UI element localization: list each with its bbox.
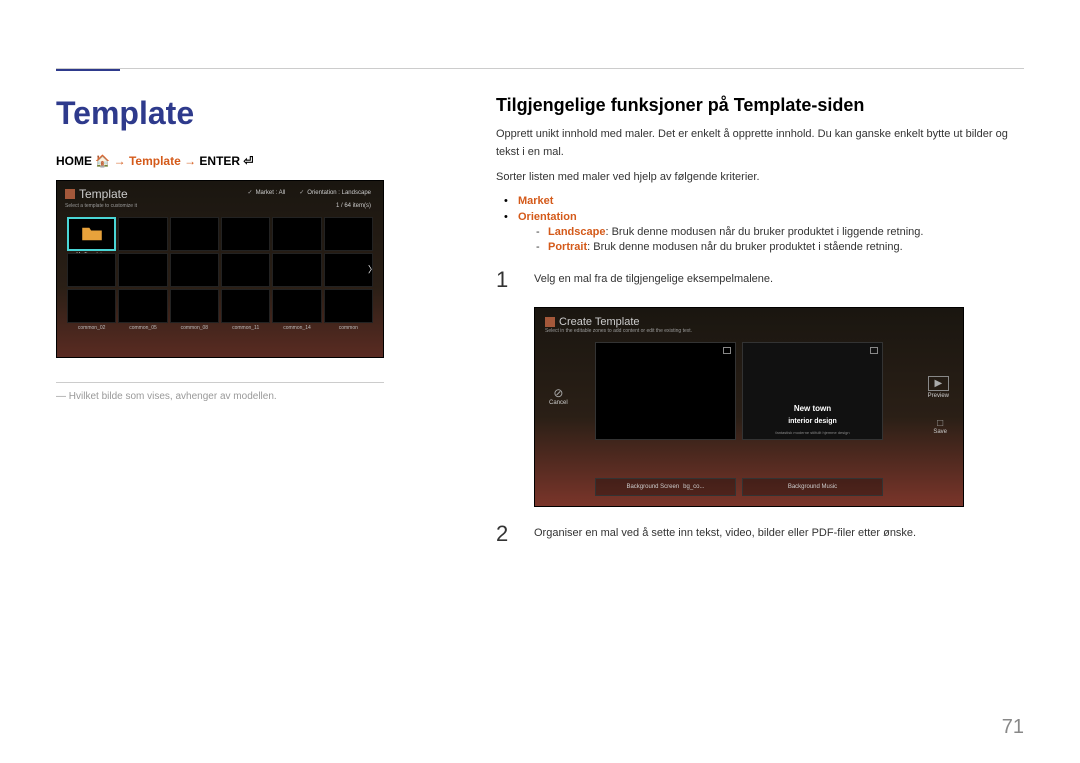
paragraph: Sorter listen med maler ved hjelp av føl… [496, 169, 1024, 187]
template-thumbnail[interactable]: common_01 [67, 253, 116, 287]
create-template-screenshot: Create Template Select in the editable z… [534, 307, 964, 507]
bullet-market: Market [518, 195, 553, 207]
template-thumbnail[interactable]: common_06 [170, 217, 219, 251]
breadcrumb-home: HOME [56, 154, 92, 168]
create-template-icon [545, 317, 555, 327]
next-page-icon[interactable]: 〉 [368, 263, 377, 276]
paragraph: Opprett unikt innhold med maler. Det er … [496, 126, 1024, 161]
step-number-2: 2 [496, 521, 520, 547]
step-number-1: 1 [496, 267, 520, 293]
template-list-screenshot: Template Select a template to customize … [56, 180, 384, 358]
editable-zone-right[interactable]: New town interior design fantastisk mode… [742, 342, 883, 440]
bullet-orientation: Orientation [518, 211, 577, 223]
thumbnail-label: common_11 [222, 325, 269, 331]
preview-button[interactable]: Preview [928, 376, 949, 399]
thumbnail-label: common_05 [119, 325, 166, 331]
template-thumbnail[interactable]: common_09 [221, 217, 270, 251]
template-thumbnail[interactable]: common_07 [170, 253, 219, 287]
template-thumbnail[interactable]: common_10 [221, 253, 270, 287]
zone-text-3: fantastisk moderne stilfullt hjemme desi… [743, 430, 882, 435]
zone-edit-icon [723, 347, 731, 354]
page-number: 71 [1002, 716, 1024, 739]
editable-zone-left[interactable] [595, 342, 736, 440]
template-thumbnail[interactable]: My Templates [67, 217, 116, 251]
zone-text-2: interior design [743, 418, 882, 425]
thumbnail-label: common_08 [171, 325, 218, 331]
template-screen-subtitle: Select a template to customize it [65, 203, 375, 209]
market-dropdown[interactable]: Market : All [248, 189, 286, 196]
save-button[interactable]: Save [933, 418, 947, 435]
template-thumbnail[interactable]: common [324, 289, 373, 323]
template-thumbnail[interactable]: common_08 [170, 289, 219, 323]
thumbnail-label: common_02 [68, 325, 115, 331]
template-thumbnail[interactable]: common_14 [272, 289, 321, 323]
template-thumbnail[interactable]: common_11 [221, 289, 270, 323]
background-screen-button[interactable]: Background Screenbg_co... [595, 478, 736, 496]
template-thumbnail[interactable]: common_05 [118, 289, 167, 323]
footnote: Hvilket bilde som vises, avhenger av mod… [56, 391, 436, 402]
thumbnail-label: common_14 [273, 325, 320, 331]
template-thumbnail[interactable]: common_04 [118, 253, 167, 287]
orientation-dropdown[interactable]: Orientation : Landscape [299, 189, 371, 196]
step-text-1: Velg en mal fra de tilgjengelige eksempe… [534, 267, 773, 293]
template-screen-title: Template [79, 187, 128, 201]
create-template-title: Create Template [559, 316, 640, 328]
template-thumbnail[interactable]: common [324, 217, 373, 251]
breadcrumb: HOME 🏠 → Template → ENTER ⏎ [56, 154, 436, 168]
sub-landscape: Landscape [548, 226, 605, 238]
zone-edit-icon [870, 347, 878, 354]
background-music-button[interactable]: Background Music [742, 478, 883, 496]
breadcrumb-arrow: → [181, 154, 200, 168]
template-thumbnail[interactable]: common [324, 253, 373, 287]
page-title: Template [56, 95, 436, 132]
template-thumbnail[interactable]: common_12 [272, 217, 321, 251]
zone-text-1: New town [743, 404, 882, 413]
breadcrumb-enter: ENTER [199, 154, 240, 168]
create-template-subtitle: Select in the editable zones to add cont… [545, 328, 953, 334]
item-count: 1 / 64 item(s) [336, 203, 371, 209]
sub-portrait: Portrait [548, 241, 587, 253]
template-icon [65, 189, 75, 199]
sub-landscape-text: : Bruk denne modusen når du bruker produ… [605, 226, 923, 238]
template-thumbnail[interactable]: common_02 [67, 289, 116, 323]
thumbnail-label: common [325, 325, 372, 331]
breadcrumb-template: Template [129, 154, 181, 168]
template-thumbnail[interactable]: common_03 [118, 217, 167, 251]
breadcrumb-arrow: → [114, 154, 129, 168]
step-text-2: Organiser en mal ved å sette inn tekst, … [534, 521, 916, 547]
cancel-button[interactable]: Cancel [549, 386, 568, 406]
sub-portrait-text: : Bruk denne modusen når du bruker produ… [587, 241, 903, 253]
section-heading: Tilgjengelige funksjoner på Template-sid… [496, 95, 864, 115]
template-thumbnail[interactable]: common_13 [272, 253, 321, 287]
